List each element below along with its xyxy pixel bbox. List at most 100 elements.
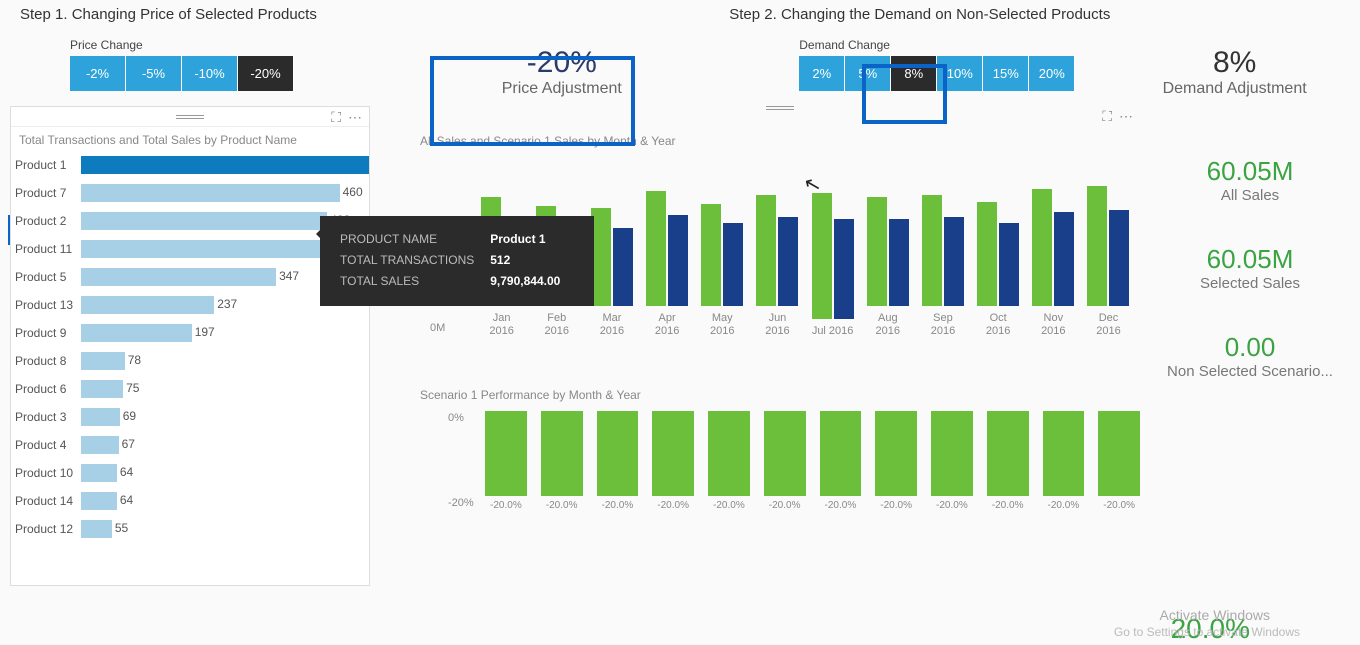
perf-column[interactable]: -20.0% [987,411,1029,511]
bar-value: 55 [115,521,128,535]
month-column[interactable]: Aug 2016 [866,176,909,338]
demand-option-20pct[interactable]: 20% [1029,56,1075,91]
perf-column[interactable]: -20.0% [931,411,973,511]
price-option--20pct[interactable]: -20% [238,56,294,91]
perf-chart-title: Scenario 1 Performance by Month & Year [420,382,1140,406]
bar-value: 64 [120,493,133,507]
demand-change-slicer: 2%5%8%10%15%20% [799,56,1129,91]
y-axis-0: 0M [430,322,445,334]
product-bar-row[interactable]: Product 7 460 [11,179,369,207]
performance-chart[interactable]: Scenario 1 Performance by Month & Year 0… [420,382,1140,511]
perf-value: -20.0% [880,500,912,511]
price-change-label: Price Change [70,38,394,52]
perf-column[interactable]: -20.0% [1043,411,1085,511]
month-column[interactable]: Dec 2016 [1087,176,1130,338]
perf-column[interactable]: -20.0% [764,411,806,511]
perf-y-1: -20% [448,497,474,509]
perf-column[interactable]: -20.0% [708,411,750,511]
product-label: Product 13 [11,298,81,312]
grip-icon[interactable] [766,106,794,110]
perf-column[interactable]: -20.0% [652,411,694,511]
product-bar-row[interactable]: Product 12 55 [11,515,369,543]
product-bar-row[interactable]: Product 1 [11,151,369,179]
kpi-selected-sales-value: 60.05M [1140,244,1360,275]
month-label: Jun 2016 [756,312,799,338]
perf-value: -20.0% [992,500,1024,511]
product-bar-row[interactable]: Product 1464 [11,487,369,515]
step1-label: Step 1. Changing Price of Selected Produ… [20,6,394,23]
product-label: Product 1 [11,158,81,172]
bar-value: 197 [195,325,215,339]
kpi-non-selected-value: 0.00 [1140,332,1360,363]
month-column[interactable]: Apr 2016 [646,176,689,338]
product-label: Product 12 [11,522,81,536]
month-column[interactable]: Mar 2016 [590,176,633,338]
product-bar-row[interactable]: Product 9197 [11,319,369,347]
perf-value: -20.0% [602,500,634,511]
product-label: Product 2 [11,214,81,228]
product-chart-card: ⛶ ⋯ Total Transactions and Total Sales b… [10,106,370,586]
month-label: Aug 2016 [866,312,909,338]
kpi-non-selected-label: Non Selected Scenario... [1140,363,1360,380]
month-label: May2016 [710,312,734,338]
product-bar-row[interactable]: Product 675 [11,375,369,403]
month-label: Jan 2016 [480,312,523,338]
product-label: Product 4 [11,438,81,452]
windows-watermark-1: Activate Windows [1160,607,1270,623]
focus-mode-icon[interactable]: ⛶ [331,109,341,126]
bar-value: 67 [122,437,135,451]
perf-column[interactable]: -20.0% [875,411,917,511]
month-column[interactable]: Oct 2016 [977,176,1020,338]
month-column[interactable]: Nov 2016 [1032,176,1075,338]
product-bar-row[interactable]: Product 878 [11,347,369,375]
price-option--2pct[interactable]: -2% [70,56,126,91]
product-bar-row[interactable]: Product 5347 [11,263,369,291]
bar-value: 64 [120,465,133,479]
month-label: Nov 2016 [1032,312,1075,338]
perf-column[interactable]: -20.0% [485,411,527,511]
product-bar-row[interactable]: Product 10 64 [11,459,369,487]
month-label: Jul 2016 [812,325,854,338]
perf-y-0: 0% [448,412,464,424]
product-label: Product 10 [11,466,81,480]
demand-adjustment-label: Demand Adjustment [1129,80,1340,98]
perf-value: -20.0% [713,500,745,511]
perf-column[interactable]: -20.0% [1098,411,1140,511]
month-column[interactable]: May2016 [701,176,744,338]
price-change-slicer: -2%-5%-10%-20% [70,56,394,91]
product-label: Product 8 [11,354,81,368]
month-column[interactable]: Jul 2016 [811,189,854,338]
perf-value: -20.0% [936,500,968,511]
product-label: Product 7 [11,186,81,200]
demand-option-15pct[interactable]: 15% [983,56,1029,91]
demand-option-2pct[interactable]: 2% [799,56,845,91]
hover-tooltip: PRODUCT NAMEProduct 1 TOTAL TRANSACTIONS… [320,216,594,306]
month-label: Dec 2016 [1087,312,1130,338]
perf-column[interactable]: -20.0% [597,411,639,511]
more-options-icon[interactable]: ⋯ [348,109,363,126]
price-option--10pct[interactable]: -10% [182,56,238,91]
grip-icon[interactable] [176,115,204,119]
more-options-icon[interactable]: ⋯ [1119,108,1134,125]
kpi-all-sales-label: All Sales [1140,187,1360,204]
perf-value: -20.0% [825,500,857,511]
bar-value: 460 [343,185,363,199]
perf-value: -20.0% [657,500,689,511]
perf-column[interactable]: -20.0% [820,411,862,511]
product-bar-row[interactable]: Product 4 67 [11,431,369,459]
demand-change-label: Demand Change [799,38,1129,52]
month-column[interactable]: Jun 2016 [756,176,799,338]
step2-label: Step 2. Changing the Demand on Non-Selec… [729,6,1129,23]
perf-column[interactable]: -20.0% [541,411,583,511]
product-label: Product 6 [11,382,81,396]
price-option--5pct[interactable]: -5% [126,56,182,91]
product-label: Product 11 [11,242,81,256]
product-bar-row[interactable]: Product 369 [11,403,369,431]
month-label: Mar 2016 [590,312,633,338]
month-column[interactable]: Sep 2016 [921,176,964,338]
bar-value: 237 [217,297,237,311]
product-bar-row[interactable]: Product 13 237 [11,291,369,319]
product-label: Product 5 [11,270,81,284]
perf-value: -20.0% [1048,500,1080,511]
focus-mode-icon[interactable]: ⛶ [1102,108,1112,125]
